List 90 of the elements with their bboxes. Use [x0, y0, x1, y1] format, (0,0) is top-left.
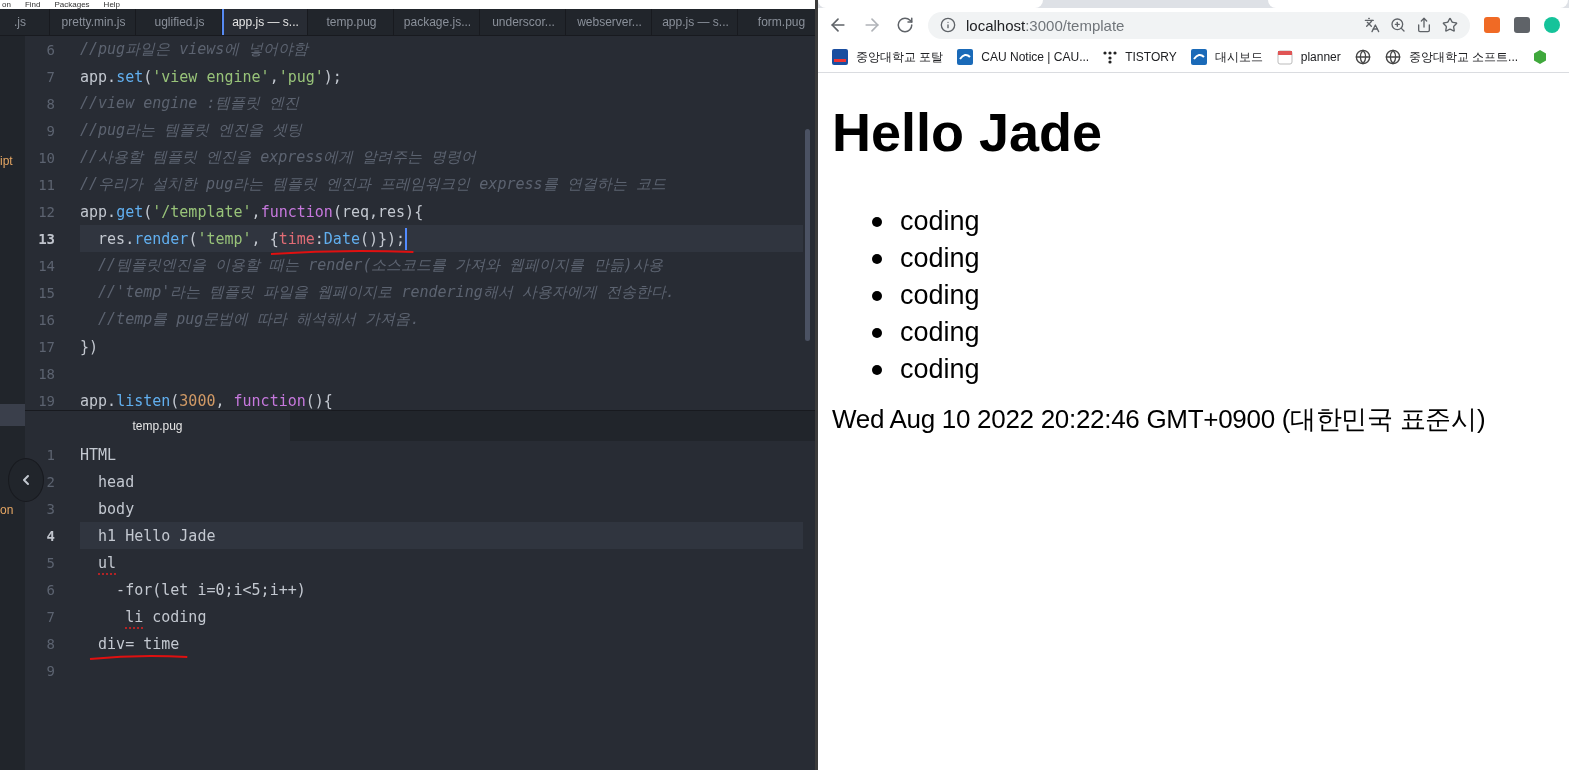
bookmark[interactable]: TISTORY — [1103, 50, 1177, 64]
code-line: //temp를 pug문법에 따라 해석해서 가져옴. — [97, 309, 421, 330]
bookmark[interactable]: planner — [1276, 49, 1341, 65]
line-number: 9 — [46, 122, 55, 139]
line-number: 9 — [46, 662, 55, 679]
line-number: 18 — [38, 365, 55, 382]
dots-icon — [1103, 50, 1118, 64]
bookmark[interactable]: 중앙대학교 소프트... — [1384, 48, 1519, 66]
line-number: 7 — [46, 68, 55, 85]
extension-icon[interactable] — [1484, 17, 1500, 33]
line-number: 4 — [46, 527, 55, 544]
list-item: coding — [900, 353, 980, 386]
code-line: head — [97, 471, 136, 493]
reload-button[interactable] — [896, 16, 914, 34]
bookmark[interactable]: CAU Notice | CAU... — [957, 49, 1090, 65]
list-item: coding — [900, 205, 980, 238]
globe-icon — [1354, 49, 1371, 65]
bookmark[interactable]: 중앙대학교 포탈 — [832, 48, 944, 66]
university-logo-icon — [957, 49, 974, 65]
code-line: //view engine :템플릿 엔진 — [80, 93, 301, 114]
code-line: -for(let i=0;i<5;i++) — [115, 579, 307, 601]
list-item: coding — [900, 242, 980, 275]
file-tab[interactable]: temp.pug — [25, 411, 290, 441]
scrollbar[interactable] — [805, 129, 810, 341]
line-number: 14 — [38, 257, 55, 274]
line-number: 3 — [46, 500, 55, 517]
extension-icon[interactable] — [1514, 17, 1530, 33]
university-logo-icon — [832, 49, 848, 65]
line-number: 2 — [46, 473, 55, 490]
hexagon-icon — [1532, 49, 1549, 65]
line-number: 5 — [46, 554, 55, 571]
globe-icon — [1384, 49, 1401, 65]
code-line: //'temp'라는 템플릿 파일을 웹페이지로 rendering해서 사용자에게 전송한다. — [97, 282, 676, 303]
code-line: app.get('/template',function(req,res){ — [80, 201, 425, 223]
code-line: body — [97, 498, 136, 520]
zoom-icon[interactable] — [1390, 17, 1406, 33]
bookmark-star-icon[interactable] — [1442, 17, 1458, 33]
code-line: //pug파일은 views에 넣어야함 — [80, 39, 311, 60]
code-line: li coding — [124, 606, 208, 628]
line-number: 19 — [38, 392, 55, 409]
code-line: //pug라는 템플릿 엔진을 셋팅 — [80, 120, 304, 141]
menu-item[interactable]: Find — [24, 0, 41, 9]
line-number: 16 — [38, 311, 55, 328]
bullet-icon — [872, 364, 882, 375]
bookmark[interactable] — [1354, 49, 1371, 65]
code-line: div= time — [80, 630, 803, 657]
tree-item[interactable]: ipt — [0, 151, 25, 171]
share-icon[interactable] — [1416, 17, 1432, 33]
list-item: coding — [900, 279, 980, 312]
menu-item[interactable]: Packages — [54, 0, 90, 9]
tree-selection — [0, 404, 25, 426]
line-number: 17 — [38, 338, 55, 355]
bullet-icon — [872, 290, 882, 301]
line-number: 11 — [38, 176, 55, 193]
code-line: app.set('view engine','pug'); — [80, 66, 343, 88]
university-logo-icon — [1190, 49, 1207, 65]
list-item: coding — [900, 316, 980, 349]
code-line: //템플릿엔진을 이용할 때는 render(소스코드를 가져와 웹페이지를 만듦)사용 — [97, 255, 664, 276]
bookmark[interactable]: 대시보드 — [1190, 48, 1263, 66]
info-icon — [940, 17, 956, 33]
line-number: 10 — [38, 149, 55, 166]
bullet-icon — [872, 253, 882, 264]
menu-item[interactable]: Help — [103, 0, 121, 9]
line-number: 15 — [38, 284, 55, 301]
bullet-icon — [872, 327, 882, 338]
date-text: Wed Aug 10 2022 20:22:46 GMT+0900 (대한민국 표준시) — [832, 403, 1487, 436]
line-number: 12 — [38, 203, 55, 220]
code-line: //사용할 템플릿 엔진을 express에게 알려주는 명령어 — [80, 147, 478, 168]
bullet-icon — [872, 216, 882, 227]
line-number: 8 — [46, 635, 55, 652]
code-line: }) — [80, 336, 100, 358]
line-number: 1 — [46, 446, 55, 463]
extension-icon[interactable] — [1544, 17, 1560, 33]
text-cursor — [405, 227, 408, 250]
address-bar[interactable]: localhost:3000/template — [928, 11, 1470, 39]
file-tab[interactable]: app.js — s... — [222, 9, 308, 35]
page-heading: Hello Jade — [832, 101, 1104, 164]
line-number: 13 — [38, 230, 55, 247]
code-line: //우리가 설치한 pug라는 템플릿 엔진과 프레임워크인 express를 연결하는 코드 — [80, 174, 667, 195]
code-line: HTML — [80, 444, 118, 466]
translate-icon[interactable] — [1364, 17, 1380, 33]
calendar-icon — [1276, 49, 1293, 65]
line-number: 6 — [46, 581, 55, 598]
menu-item[interactable]: on — [2, 0, 11, 9]
line-number: 8 — [46, 95, 55, 112]
line-number: 7 — [46, 608, 55, 625]
tree-item[interactable]: on — [0, 500, 25, 520]
code-line: app.listen(3000, function(){ — [80, 390, 334, 410]
code-line: ul — [97, 552, 118, 574]
line-number: 6 — [46, 41, 55, 58]
